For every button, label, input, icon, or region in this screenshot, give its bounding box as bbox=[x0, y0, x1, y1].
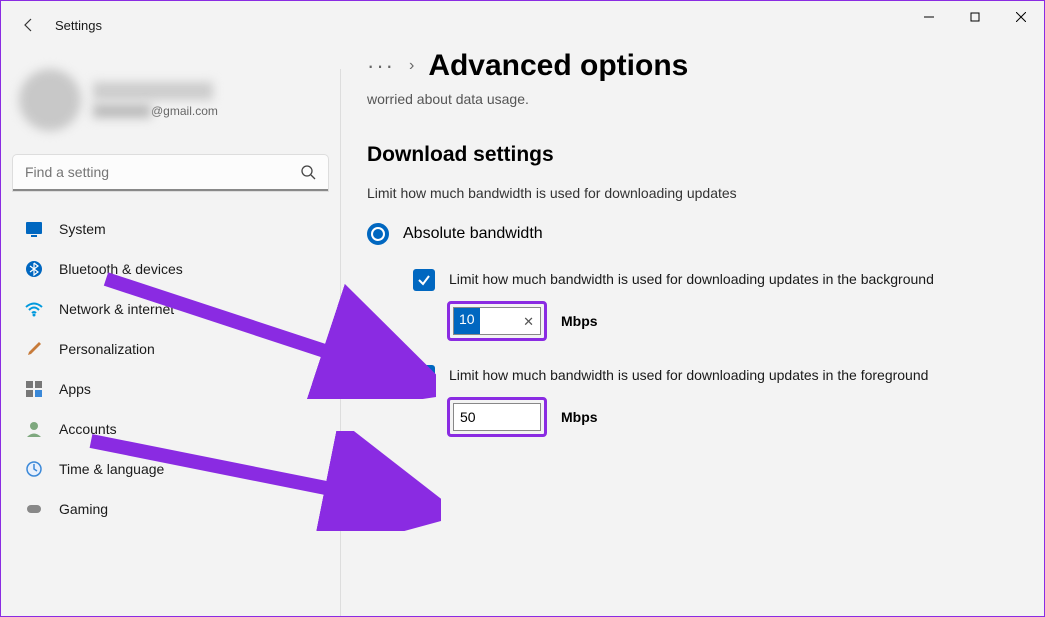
sidebar-item-time[interactable]: Time & language bbox=[11, 449, 330, 489]
back-button[interactable] bbox=[9, 5, 49, 45]
radio-selected-icon[interactable] bbox=[367, 223, 389, 245]
foreground-bandwidth-input[interactable] bbox=[453, 403, 541, 431]
paintbrush-icon bbox=[25, 340, 43, 358]
sidebar-item-system[interactable]: System bbox=[11, 209, 330, 249]
window-title: Settings bbox=[55, 18, 102, 33]
nav-label: Network & internet bbox=[59, 301, 174, 317]
background-limit-checkbox-row: Limit how much bandwidth is used for dow… bbox=[413, 269, 1018, 291]
page-title: Advanced options bbox=[428, 49, 688, 83]
section-subtitle: Limit how much bandwidth is used for dow… bbox=[367, 185, 1018, 201]
nav-label: Accounts bbox=[59, 421, 117, 437]
absolute-bandwidth-radio-row[interactable]: Absolute bandwidth bbox=[367, 223, 1018, 245]
user-name-redacted bbox=[93, 82, 213, 100]
close-button[interactable] bbox=[998, 1, 1044, 33]
clear-input-icon[interactable]: ✕ bbox=[523, 314, 534, 330]
background-limit-input-row: 10 ✕ Mbps bbox=[447, 301, 1018, 341]
sidebar-item-gaming[interactable]: Gaming bbox=[11, 489, 330, 529]
nav-label: Personalization bbox=[59, 341, 155, 357]
breadcrumb-more-icon[interactable]: ··· bbox=[367, 53, 395, 79]
sidebar: @gmail.com System Bluetooth & devices Ne… bbox=[1, 69, 341, 616]
sidebar-item-personalization[interactable]: Personalization bbox=[11, 329, 330, 369]
sidebar-item-bluetooth[interactable]: Bluetooth & devices bbox=[11, 249, 330, 289]
nav-label: Time & language bbox=[59, 461, 164, 477]
gamepad-icon bbox=[25, 500, 43, 518]
person-icon bbox=[25, 420, 43, 438]
chevron-right-icon: › bbox=[409, 57, 414, 75]
foreground-limit-checkbox-row: Limit how much bandwidth is used for dow… bbox=[413, 365, 1018, 387]
system-icon bbox=[25, 220, 43, 238]
foreground-limit-input-row: Mbps bbox=[447, 397, 1018, 437]
sidebar-item-accounts[interactable]: Accounts bbox=[11, 409, 330, 449]
wifi-icon bbox=[25, 300, 43, 318]
maximize-button[interactable] bbox=[952, 1, 998, 33]
user-block[interactable]: @gmail.com bbox=[11, 69, 330, 149]
section-title: Download settings bbox=[367, 143, 1018, 167]
nav-label: Gaming bbox=[59, 501, 108, 517]
sidebar-item-apps[interactable]: Apps bbox=[11, 369, 330, 409]
unit-label: Mbps bbox=[561, 313, 598, 329]
breadcrumb: ··· › Advanced options bbox=[367, 49, 1018, 83]
sidebar-item-network[interactable]: Network & internet bbox=[11, 289, 330, 329]
clipped-description: worried about data usage. bbox=[367, 91, 1018, 107]
nav-list: System Bluetooth & devices Network & int… bbox=[11, 209, 330, 529]
clock-globe-icon bbox=[25, 460, 43, 478]
nav-label: Bluetooth & devices bbox=[59, 261, 183, 277]
user-info: @gmail.com bbox=[93, 82, 218, 119]
search-wrap bbox=[13, 155, 328, 191]
avatar bbox=[19, 69, 81, 131]
bluetooth-icon bbox=[25, 260, 43, 278]
unit-label: Mbps bbox=[561, 409, 598, 425]
window-controls bbox=[906, 1, 1044, 33]
radio-label: Absolute bandwidth bbox=[403, 225, 543, 243]
title-bar: Settings bbox=[1, 1, 1044, 49]
nav-label: System bbox=[59, 221, 106, 237]
minimize-button[interactable] bbox=[906, 1, 952, 33]
user-email: @gmail.com bbox=[93, 104, 218, 119]
foreground-limit-label: Limit how much bandwidth is used for dow… bbox=[449, 365, 928, 387]
apps-icon bbox=[25, 380, 43, 398]
nav-label: Apps bbox=[59, 381, 91, 397]
checkbox-checked-icon[interactable] bbox=[413, 365, 435, 387]
search-input[interactable] bbox=[13, 155, 328, 191]
content-area: ··· › Advanced options worried about dat… bbox=[341, 49, 1044, 616]
checkbox-checked-icon[interactable] bbox=[413, 269, 435, 291]
search-icon bbox=[300, 164, 316, 180]
background-limit-label: Limit how much bandwidth is used for dow… bbox=[449, 269, 934, 291]
